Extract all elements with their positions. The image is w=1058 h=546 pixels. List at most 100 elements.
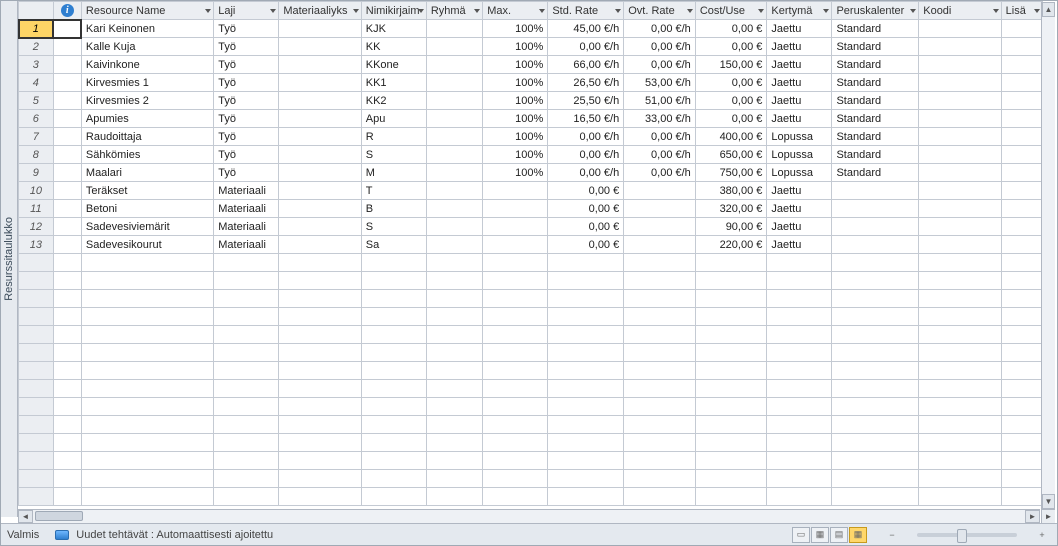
cell-lisa[interactable] [1001, 146, 1042, 164]
cell-info[interactable] [53, 20, 81, 38]
cell-empty[interactable] [81, 398, 213, 416]
cell-lisa[interactable] [1001, 110, 1042, 128]
cell-empty[interactable] [214, 416, 279, 434]
cell-empty[interactable] [483, 254, 548, 272]
cell-empty[interactable] [426, 344, 482, 362]
cell-empty[interactable] [1001, 362, 1042, 380]
cell-kal[interactable] [832, 236, 919, 254]
cell-empty[interactable] [53, 290, 81, 308]
row-number-cell[interactable] [19, 416, 54, 434]
cell-laji[interactable]: Työ [214, 110, 279, 128]
zoom-in-button[interactable]: + [1033, 527, 1051, 543]
cell-empty[interactable] [624, 398, 696, 416]
scroll-up-button[interactable]: ▲ [1042, 2, 1055, 17]
row-number-cell[interactable] [19, 380, 54, 398]
cell-std[interactable]: 16,50 €/h [548, 110, 624, 128]
cell-nimi[interactable]: S [361, 146, 426, 164]
cell-empty[interactable] [832, 434, 919, 452]
cell-max[interactable]: 100% [483, 20, 548, 38]
table-row[interactable]: 10TeräksetMateriaaliT0,00 €380,00 €Jaett… [19, 182, 1043, 200]
cell-empty[interactable] [624, 470, 696, 488]
row-number-cell[interactable]: 11 [19, 200, 54, 218]
cell-empty[interactable] [279, 434, 361, 452]
cell-name[interactable]: Kalle Kuja [81, 38, 213, 56]
table-row[interactable]: 4Kirvesmies 1TyöKK1100%26,50 €/h53,00 €/… [19, 74, 1043, 92]
cell-name[interactable]: Kari Keinonen [81, 20, 213, 38]
cell-koodi[interactable] [919, 74, 1001, 92]
cell-laji[interactable]: Työ [214, 128, 279, 146]
cell-empty[interactable] [695, 272, 767, 290]
cell-mat[interactable] [279, 236, 361, 254]
cell-empty[interactable] [695, 290, 767, 308]
cell-empty[interactable] [214, 488, 279, 506]
dropdown-icon[interactable] [270, 9, 276, 13]
cell-empty[interactable] [361, 272, 426, 290]
cell-empty[interactable] [483, 398, 548, 416]
cell-kal[interactable]: Standard [832, 110, 919, 128]
row-number-cell[interactable] [19, 326, 54, 344]
cell-empty[interactable] [695, 434, 767, 452]
cell-empty[interactable] [214, 344, 279, 362]
cell-empty[interactable] [361, 488, 426, 506]
cell-lisa[interactable] [1001, 92, 1042, 110]
cell-empty[interactable] [624, 308, 696, 326]
cell-koodi[interactable] [919, 110, 1001, 128]
dropdown-icon[interactable] [823, 9, 829, 13]
cell-info[interactable] [53, 110, 81, 128]
zoom-slider[interactable] [917, 533, 1017, 537]
cell-mat[interactable] [279, 164, 361, 182]
table-row-empty[interactable] [19, 470, 1043, 488]
cell-empty[interactable] [548, 344, 624, 362]
cell-nimi[interactable]: Sa [361, 236, 426, 254]
cell-empty[interactable] [624, 254, 696, 272]
cell-empty[interactable] [214, 470, 279, 488]
cell-empty[interactable] [767, 344, 832, 362]
cell-laji[interactable]: Työ [214, 92, 279, 110]
cell-kal[interactable] [832, 200, 919, 218]
cell-kal[interactable]: Standard [832, 164, 919, 182]
cell-empty[interactable] [548, 362, 624, 380]
cell-ryhma[interactable] [426, 92, 482, 110]
cell-empty[interactable] [279, 326, 361, 344]
cell-empty[interactable] [767, 452, 832, 470]
cell-empty[interactable] [361, 344, 426, 362]
cell-std[interactable]: 0,00 € [548, 218, 624, 236]
cell-lisa[interactable] [1001, 164, 1042, 182]
cell-koodi[interactable] [919, 38, 1001, 56]
cell-cost[interactable]: 380,00 € [695, 182, 767, 200]
cell-std[interactable]: 0,00 €/h [548, 38, 624, 56]
scroll-right-button[interactable]: ► [1025, 510, 1040, 523]
cell-empty[interactable] [695, 308, 767, 326]
cell-empty[interactable] [81, 434, 213, 452]
cell-std[interactable]: 25,50 €/h [548, 92, 624, 110]
cell-empty[interactable] [767, 254, 832, 272]
cell-empty[interactable] [81, 344, 213, 362]
row-number-cell[interactable] [19, 272, 54, 290]
cell-name[interactable]: Teräkset [81, 182, 213, 200]
row-number-cell[interactable]: 7 [19, 128, 54, 146]
cell-ryhma[interactable] [426, 128, 482, 146]
table-row-empty[interactable] [19, 398, 1043, 416]
cell-cost[interactable]: 650,00 € [695, 146, 767, 164]
cell-empty[interactable] [832, 254, 919, 272]
cell-info[interactable] [53, 146, 81, 164]
cell-empty[interactable] [53, 452, 81, 470]
cell-ker[interactable]: Jaettu [767, 218, 832, 236]
dropdown-icon[interactable] [205, 9, 211, 13]
column-header-koodi[interactable]: Koodi [919, 2, 1001, 20]
cell-empty[interactable] [919, 326, 1001, 344]
cell-empty[interactable] [767, 362, 832, 380]
cell-nimi[interactable]: Apu [361, 110, 426, 128]
cell-empty[interactable] [919, 254, 1001, 272]
cell-kal[interactable]: Standard [832, 128, 919, 146]
cell-empty[interactable] [548, 380, 624, 398]
cell-empty[interactable] [832, 488, 919, 506]
sidebar-tab-resources[interactable]: Resurssitaulukko [1, 1, 18, 517]
table-row[interactable]: 3KaivinkoneTyöKKone100%66,00 €/h0,00 €/h… [19, 56, 1043, 74]
cell-cost[interactable]: 0,00 € [695, 38, 767, 56]
dropdown-icon[interactable] [910, 9, 916, 13]
cell-ryhma[interactable] [426, 146, 482, 164]
cell-empty[interactable] [1001, 488, 1042, 506]
cell-cost[interactable]: 150,00 € [695, 56, 767, 74]
cell-empty[interactable] [483, 272, 548, 290]
